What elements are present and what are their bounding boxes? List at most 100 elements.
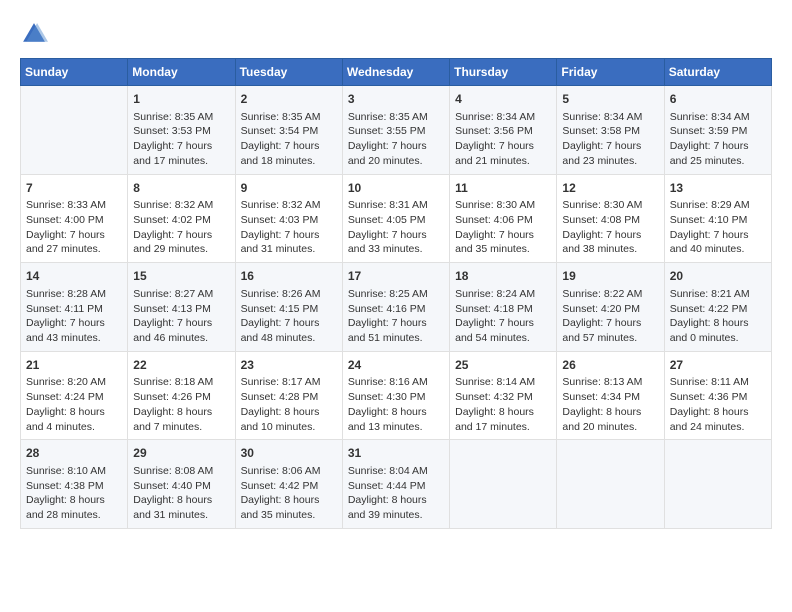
cell-line: Sunrise: 8:35 AM: [241, 111, 321, 123]
calendar-cell: 10Sunrise: 8:31 AMSunset: 4:05 PMDayligh…: [342, 174, 449, 263]
calendar-cell: [450, 440, 557, 529]
cell-line: and 7 minutes.: [133, 421, 202, 433]
calendar-cell: 7Sunrise: 8:33 AMSunset: 4:00 PMDaylight…: [21, 174, 128, 263]
cell-line: and 39 minutes.: [348, 509, 423, 521]
page-header: [20, 20, 772, 48]
cell-line: Sunset: 4:10 PM: [670, 214, 748, 226]
calendar-cell: 21Sunrise: 8:20 AMSunset: 4:24 PMDayligh…: [21, 351, 128, 440]
cell-line: Sunset: 4:13 PM: [133, 303, 211, 315]
cell-line: Daylight: 8 hours: [348, 406, 427, 418]
cell-line: Sunrise: 8:06 AM: [241, 465, 321, 477]
cell-line: Sunrise: 8:30 AM: [455, 199, 535, 211]
cell-content: Sunrise: 8:25 AMSunset: 4:16 PMDaylight:…: [348, 287, 444, 346]
cell-line: Sunset: 3:54 PM: [241, 125, 319, 137]
cell-line: Sunrise: 8:14 AM: [455, 376, 535, 388]
calendar-cell: 1Sunrise: 8:35 AMSunset: 3:53 PMDaylight…: [128, 86, 235, 175]
cell-content: Sunrise: 8:30 AMSunset: 4:08 PMDaylight:…: [562, 198, 658, 257]
day-number: 8: [133, 180, 229, 197]
cell-line: Sunset: 4:34 PM: [562, 391, 640, 403]
cell-content: Sunrise: 8:35 AMSunset: 3:55 PMDaylight:…: [348, 110, 444, 169]
cell-line: Daylight: 7 hours: [348, 229, 427, 241]
calendar-cell: 19 Sunrise: 8:22 AMSunset: 4:20 PMDayligh…: [557, 263, 664, 352]
cell-line: Sunset: 4:32 PM: [455, 391, 533, 403]
cell-line: and 25 minutes.: [670, 155, 745, 167]
day-number: 26: [562, 357, 658, 374]
day-number: 20: [670, 268, 766, 285]
cell-content: Sunrise: 8:26 AMSunset: 4:15 PMDaylight:…: [241, 287, 337, 346]
cell-line: Sunset: 4:11 PM: [26, 303, 103, 315]
cell-content: Sunrise: 8:22 AMSunset: 4:20 PMDaylight:…: [562, 287, 658, 346]
cell-line: and 10 minutes.: [241, 421, 316, 433]
calendar-body: 1Sunrise: 8:35 AMSunset: 3:53 PMDaylight…: [21, 86, 772, 529]
cell-line: and 40 minutes.: [670, 243, 745, 255]
cell-line: and 48 minutes.: [241, 332, 316, 344]
cell-line: Daylight: 8 hours: [670, 406, 749, 418]
cell-line: and 24 minutes.: [670, 421, 745, 433]
cell-line: Daylight: 8 hours: [670, 317, 749, 329]
cell-line: and 29 minutes.: [133, 243, 208, 255]
cell-line: Sunset: 4:06 PM: [455, 214, 533, 226]
header-saturday: Saturday: [664, 59, 771, 86]
cell-content: Sunrise: 8:18 AMSunset: 4:26 PMDaylight:…: [133, 375, 229, 434]
cell-line: Daylight: 8 hours: [348, 494, 427, 506]
calendar-cell: 17Sunrise: 8:25 AMSunset: 4:16 PMDayligh…: [342, 263, 449, 352]
cell-content: Sunrise: 8:16 AMSunset: 4:30 PMDaylight:…: [348, 375, 444, 434]
calendar-cell: 29Sunrise: 8:08 AMSunset: 4:40 PMDayligh…: [128, 440, 235, 529]
cell-line: Sunrise: 8:04 AM: [348, 465, 428, 477]
day-number: 2: [241, 91, 337, 108]
cell-line: Daylight: 7 hours: [133, 317, 212, 329]
day-number: 18: [455, 268, 551, 285]
day-number: 10: [348, 180, 444, 197]
cell-content: Sunrise: 8:32 AMSunset: 4:03 PMDaylight:…: [241, 198, 337, 257]
cell-line: Sunset: 4:03 PM: [241, 214, 319, 226]
day-number: 15: [133, 268, 229, 285]
cell-line: Daylight: 7 hours: [670, 229, 749, 241]
calendar-cell: 31Sunrise: 8:04 AMSunset: 4:44 PMDayligh…: [342, 440, 449, 529]
day-number: 28: [26, 445, 122, 462]
cell-line: Daylight: 8 hours: [562, 406, 641, 418]
cell-line: Sunset: 4:16 PM: [348, 303, 426, 315]
cell-line: Sunset: 3:53 PM: [133, 125, 211, 137]
cell-line: Sunrise: 8:34 AM: [455, 111, 535, 123]
cell-line: Sunrise: 8:34 AM: [670, 111, 750, 123]
day-number: 3: [348, 91, 444, 108]
cell-line: and 21 minutes.: [455, 155, 530, 167]
cell-line: Sunrise: 8:10 AM: [26, 465, 106, 477]
cell-line: Daylight: 7 hours: [348, 317, 427, 329]
cell-line: Daylight: 8 hours: [26, 494, 105, 506]
calendar-cell: 14Sunrise: 8:28 AMSunset: 4:11 PMDayligh…: [21, 263, 128, 352]
cell-line: Sunset: 4:36 PM: [670, 391, 748, 403]
logo-icon: [20, 20, 48, 48]
calendar-cell: 26Sunrise: 8:13 AMSunset: 4:34 PMDayligh…: [557, 351, 664, 440]
cell-line: Daylight: 7 hours: [670, 140, 749, 152]
cell-line: Sunrise: 8:16 AM: [348, 376, 428, 388]
calendar-cell: 6Sunrise: 8:34 AMSunset: 3:59 PMDaylight…: [664, 86, 771, 175]
cell-line: Sunset: 4:18 PM: [455, 303, 533, 315]
cell-line: Sunset: 4:42 PM: [241, 480, 319, 492]
cell-line: Sunset: 4:00 PM: [26, 214, 104, 226]
cell-line: Sunrise: 8:08 AM: [133, 465, 213, 477]
cell-content: Sunrise: 8:27 AMSunset: 4:13 PMDaylight:…: [133, 287, 229, 346]
cell-content: Sunrise: 8:10 AMSunset: 4:38 PMDaylight:…: [26, 464, 122, 523]
cell-line: Daylight: 8 hours: [133, 494, 212, 506]
cell-line: Daylight: 7 hours: [455, 317, 534, 329]
day-number: 21: [26, 357, 122, 374]
calendar-cell: 20Sunrise: 8:21 AMSunset: 4:22 PMDayligh…: [664, 263, 771, 352]
calendar-cell: 13Sunrise: 8:29 AMSunset: 4:10 PMDayligh…: [664, 174, 771, 263]
cell-content: Sunrise: 8:11 AMSunset: 4:36 PMDaylight:…: [670, 375, 766, 434]
calendar-week-row: 14Sunrise: 8:28 AMSunset: 4:11 PMDayligh…: [21, 263, 772, 352]
calendar-cell: [664, 440, 771, 529]
cell-content: Sunrise: 8:14 AMSunset: 4:32 PMDaylight:…: [455, 375, 551, 434]
cell-content: Sunrise: 8:17 AMSunset: 4:28 PMDaylight:…: [241, 375, 337, 434]
day-number: 25: [455, 357, 551, 374]
cell-content: Sunrise: 8:31 AMSunset: 4:05 PMDaylight:…: [348, 198, 444, 257]
cell-line: and 23 minutes.: [562, 155, 637, 167]
cell-line: Daylight: 8 hours: [26, 406, 105, 418]
day-number: 24: [348, 357, 444, 374]
cell-line: and 20 minutes.: [348, 155, 423, 167]
cell-line: Daylight: 7 hours: [241, 229, 320, 241]
cell-line: Sunrise: 8:33 AM: [26, 199, 106, 211]
day-number: 16: [241, 268, 337, 285]
cell-line: and 4 minutes.: [26, 421, 95, 433]
day-number: 19: [562, 268, 658, 285]
